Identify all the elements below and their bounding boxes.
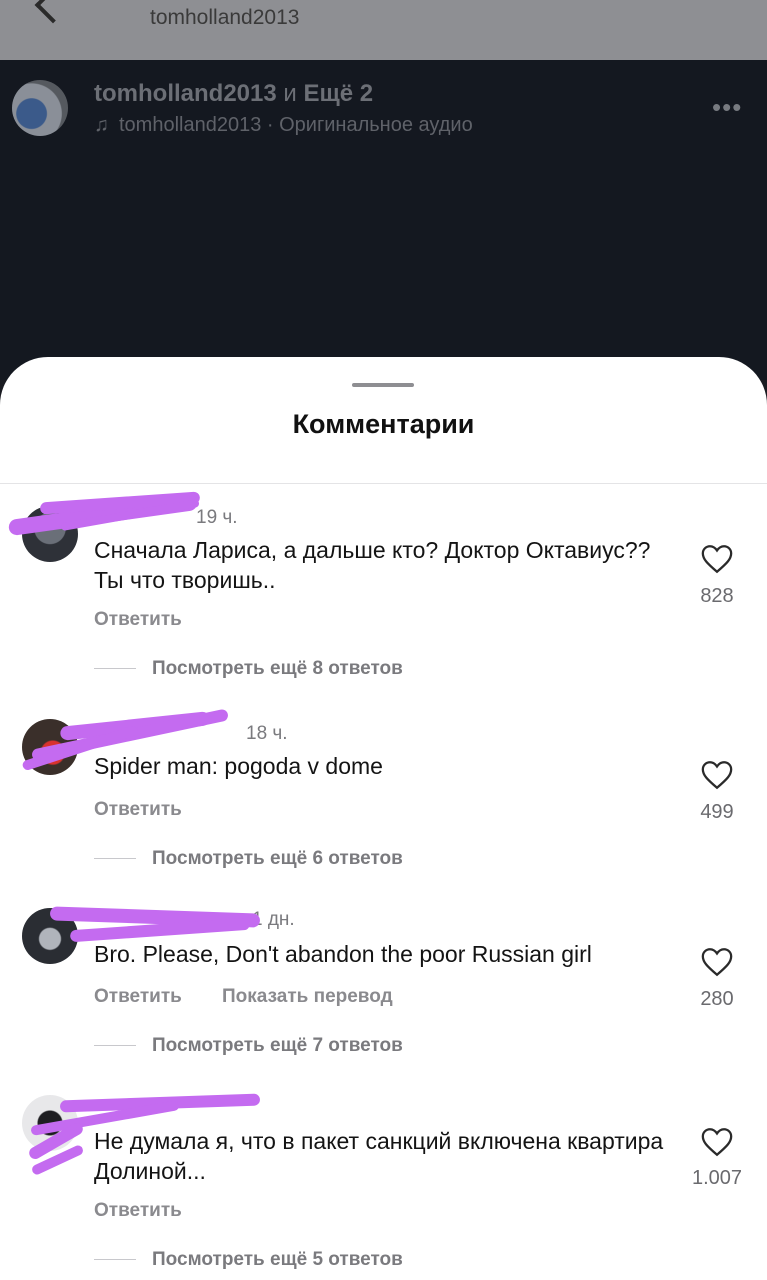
reply-button[interactable]: Ответить xyxy=(94,609,182,631)
comment-meta: 18 ч. xyxy=(246,723,288,745)
comment-meta: 19 ч. xyxy=(196,507,238,529)
like-count: 1.007 xyxy=(691,1167,743,1189)
translate-button[interactable]: Показать перевод xyxy=(222,986,393,1008)
heart-icon[interactable] xyxy=(700,1126,734,1158)
header-username: tomholland2013 xyxy=(150,6,300,29)
heart-icon[interactable] xyxy=(700,946,734,978)
divider xyxy=(94,1045,136,1047)
avatar[interactable] xyxy=(12,80,68,136)
more-icon[interactable]: ••• xyxy=(712,92,742,123)
view-more-replies-label: Посмотреть ещё 8 ответов xyxy=(152,658,403,679)
comment-time: 19 ч. xyxy=(196,507,238,528)
post-conj: и xyxy=(283,80,297,107)
divider xyxy=(94,1259,136,1261)
comments-sheet: Комментарии 19 ч. Сначала Лариса, а даль… xyxy=(0,357,767,1280)
sheet-title: Комментарии xyxy=(292,409,475,439)
view-more-replies-label: Посмотреть ещё 7 ответов xyxy=(152,1035,403,1056)
reply-button[interactable]: Ответить xyxy=(94,986,182,1008)
comment-text: Bro. Please, Don't abandon the poor Russ… xyxy=(94,941,592,967)
like-count: 828 xyxy=(700,585,734,607)
post-others[interactable]: Ещё 2 xyxy=(303,80,373,107)
view-more-replies-label: Посмотреть ещё 6 ответов xyxy=(152,848,403,869)
top-bar: tomholland2013 xyxy=(0,0,767,60)
back-icon[interactable] xyxy=(34,0,72,24)
post-title[interactable]: tomholland2013 и Ещё 2 xyxy=(94,80,373,108)
audio-row[interactable]: ♫ tomholland2013 · Оригинальное аудио xyxy=(94,114,473,137)
comment-text: Spider man: pogoda v dome xyxy=(94,753,383,779)
view-more-replies[interactable]: Посмотреть ещё 8 ответов xyxy=(94,658,403,680)
like-count: 499 xyxy=(700,801,734,823)
view-more-replies[interactable]: Посмотреть ещё 5 ответов xyxy=(94,1249,403,1271)
heart-icon[interactable] xyxy=(700,759,734,791)
reply-button[interactable]: Ответить xyxy=(94,1200,182,1222)
comment-text: Не думала я, что в пакет санкций включен… xyxy=(94,1128,664,1184)
music-note-icon: ♫ xyxy=(94,114,109,136)
divider xyxy=(0,483,767,484)
drag-handle[interactable] xyxy=(352,383,414,387)
view-more-replies-label: Посмотреть ещё 5 ответов xyxy=(152,1249,403,1270)
post-author[interactable]: tomholland2013 xyxy=(94,80,277,107)
divider xyxy=(94,858,136,860)
comment-text: Сначала Лариса, а дальше кто? Доктор Окт… xyxy=(94,537,651,593)
view-more-replies[interactable]: Посмотреть ещё 7 ответов xyxy=(94,1035,403,1057)
view-more-replies[interactable]: Посмотреть ещё 6 ответов xyxy=(94,848,403,870)
reply-button[interactable]: Ответить xyxy=(94,799,182,821)
divider xyxy=(94,668,136,670)
heart-icon[interactable] xyxy=(700,543,734,575)
audio-text: tomholland2013 · Оригинальное аудио xyxy=(119,114,473,136)
post-overlay: tomholland2013 и Ещё 2 ♫ tomholland2013 ·… xyxy=(0,60,767,380)
like-count: 280 xyxy=(700,988,734,1010)
comment-time: 18 ч. xyxy=(246,723,288,744)
